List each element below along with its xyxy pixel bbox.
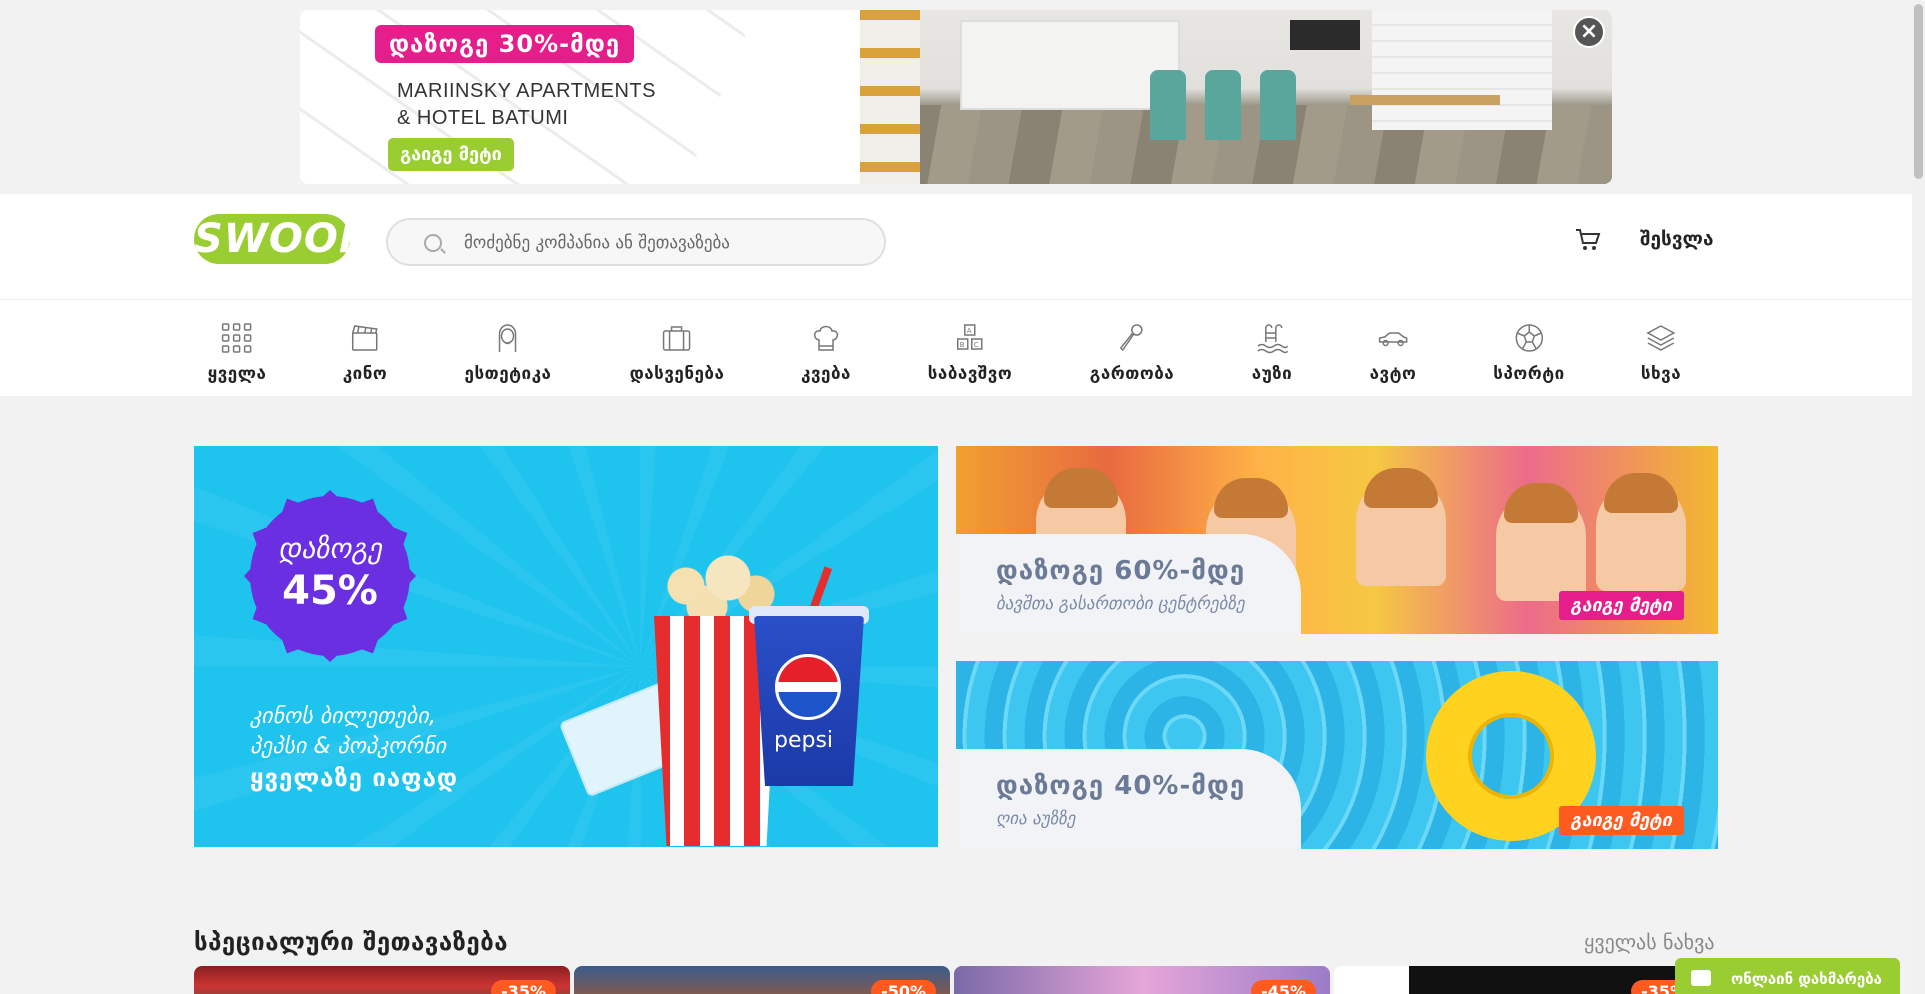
banner-title: MARIINSKY APARTMENTS & HOTEL BATUMI	[397, 80, 656, 129]
pepsi-wordmark: pepsi	[774, 728, 834, 753]
svg-text:C: C	[974, 341, 979, 349]
offer-card[interactable]: -50%	[574, 966, 950, 994]
swoop-logo[interactable]: SWOOP	[194, 214, 368, 264]
layers-icon	[1646, 325, 1676, 351]
learn-more-button[interactable]: გაიგე მეტი	[1558, 591, 1684, 620]
cart-icon[interactable]	[1575, 228, 1601, 252]
category-pool[interactable]: აუზი	[1252, 322, 1292, 384]
search-input[interactable]	[464, 230, 864, 256]
category-label: ესთეტიკა	[464, 364, 552, 384]
section-title: სპეციალური შეთავაზება	[194, 928, 509, 956]
category-label: დასვენება	[629, 364, 725, 384]
clapperboard-icon	[352, 325, 378, 351]
top-promo-banner[interactable]: დაზოგე 30%-მდე MARIINSKY APARTMENTS & HO…	[300, 10, 1612, 184]
category-nav: ყველა კინო ესთეტიკა დასვენება კვება AB C …	[0, 300, 1912, 396]
category-label: სპორტი	[1493, 364, 1565, 384]
suitcase-icon	[663, 326, 691, 351]
blocks-icon: AB C	[957, 324, 983, 350]
pool-icon	[1257, 324, 1289, 354]
promo-title: დაზოგე 60%-მდე	[996, 556, 1246, 586]
pool-promo[interactable]: დაზოგე 40%-მდე ღია აუზზე გაიგე მეტი	[956, 661, 1718, 849]
category-label: ყველა	[207, 364, 267, 384]
cinema-promo-banner[interactable]: დაზოგე 45% კინოს ბილეთები, პეპსი & პოპკო…	[194, 446, 938, 847]
scrollbar-thumb[interactable]	[1914, 4, 1923, 179]
category-label: ავტო	[1369, 364, 1417, 384]
offer-card[interactable]: -35%	[1334, 966, 1710, 994]
offer-card[interactable]: -35%	[194, 966, 570, 994]
hero-headline: ყველაზე იაფად	[250, 764, 458, 792]
category-cinema[interactable]: კინო	[343, 322, 388, 384]
category-sport[interactable]: სპორტი	[1493, 322, 1564, 384]
banner-discount-label: დაზოგე 30%-მდე	[375, 25, 635, 63]
chef-hat-icon	[813, 325, 839, 351]
promo-text-panel: დაზოგე 40%-მდე ღია აუზზე	[956, 749, 1301, 849]
category-all[interactable]: ყველა	[208, 322, 267, 384]
category-aesthetics[interactable]: ესთეტიკა	[465, 322, 552, 384]
category-food[interactable]: კვება	[801, 322, 851, 384]
page-scrollbar[interactable]	[1912, 0, 1925, 994]
login-link[interactable]: შესვლა	[1640, 228, 1714, 250]
discount-badge: -50%	[871, 980, 936, 994]
promo-title: დაზოგე 40%-მდე	[996, 771, 1246, 801]
see-all-link[interactable]: ყველას ნახვა	[1584, 930, 1714, 954]
category-entertainment[interactable]: გართობა	[1090, 322, 1174, 384]
category-label: გართობა	[1089, 364, 1175, 384]
category-label: აუზი	[1251, 364, 1293, 384]
category-label: კინო	[342, 364, 388, 384]
pepsi-logo	[775, 654, 841, 720]
banner-learn-more-button[interactable]: გაიგე მეტი	[388, 138, 514, 171]
search-box[interactable]	[386, 218, 886, 266]
discount-badge: დაზოგე 45%	[250, 496, 410, 656]
hero-description: კინოს ბილეთები, პეპსი & პოპკორნი	[250, 704, 447, 759]
close-banner-button[interactable]: ×	[1573, 16, 1605, 48]
category-label: კვება	[801, 364, 851, 384]
site-header: SWOOP შესვლა	[0, 194, 1912, 300]
category-auto[interactable]: ავტო	[1370, 322, 1417, 384]
discount-badge: -45%	[1251, 980, 1316, 994]
online-help-button[interactable]: ონლაინ დახმარება	[1675, 958, 1900, 994]
category-other[interactable]: სხვა	[1641, 322, 1681, 384]
ball-icon	[1515, 324, 1543, 352]
category-vacation[interactable]: დასვენება	[630, 322, 725, 384]
grid-icon	[222, 323, 252, 353]
search-icon	[424, 234, 442, 252]
category-kids[interactable]: AB C საბავშვო	[928, 322, 1012, 384]
banner-text-area: დაზოგე 30%-მდე MARIINSKY APARTMENTS & HO…	[300, 10, 860, 184]
category-label: სხვა	[1640, 364, 1682, 384]
promo-text-panel: დაზოგე 60%-მდე ბავშთა გასართობი ცენტრებზ…	[956, 534, 1301, 634]
svg-text:B: B	[960, 341, 965, 349]
category-label: საბავშვო	[927, 364, 1013, 384]
hotel-room-photo	[860, 10, 1612, 184]
promo-subtitle: ღია აუზზე	[996, 809, 1076, 829]
kids-entertainment-promo[interactable]: დაზოგე 60%-მდე ბავშთა გასართობი ცენტრებზ…	[956, 446, 1718, 634]
learn-more-button[interactable]: გაიგე მეტი	[1558, 806, 1684, 835]
car-icon	[1379, 332, 1408, 347]
chat-icon	[1691, 970, 1711, 986]
promo-subtitle: ბავშთა გასართობი ცენტრებზე	[996, 594, 1245, 614]
offer-card[interactable]: -45%	[954, 966, 1330, 994]
svg-text:A: A	[967, 327, 972, 335]
microphone-icon	[1119, 324, 1143, 352]
face-icon	[499, 324, 517, 352]
discount-badge: -35%	[491, 980, 556, 994]
